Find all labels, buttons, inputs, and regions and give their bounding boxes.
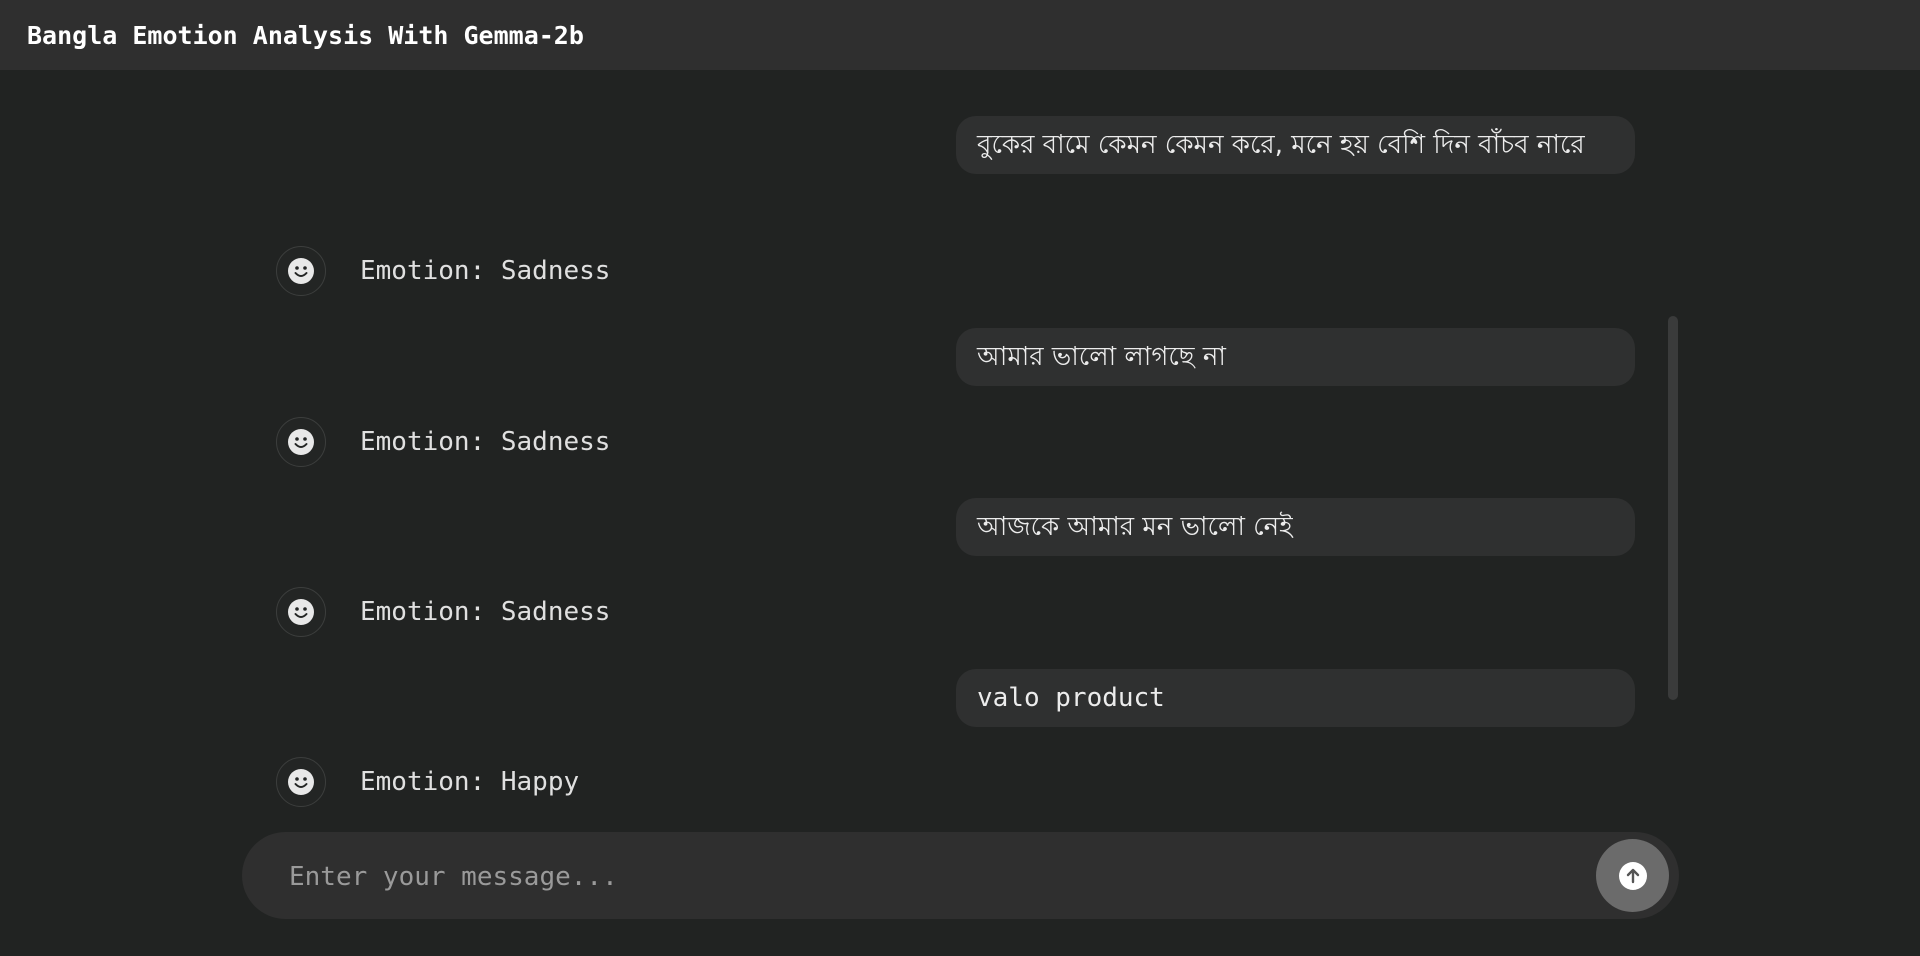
- smiley-face-icon: [276, 757, 326, 807]
- emotion-label: Emotion: Sadness: [360, 427, 611, 457]
- emotion-label: Emotion: Happy: [360, 767, 580, 797]
- bot-message: Emotion: Happy: [276, 757, 579, 807]
- send-button[interactable]: [1596, 839, 1669, 912]
- chat-history: বুকের বামে কেমন কেমন করে, মনে হয় বেশি দ…: [0, 70, 1920, 825]
- smiley-face-icon: [276, 417, 326, 467]
- bot-message: Emotion: Sadness: [276, 246, 610, 296]
- bot-message: Emotion: Sadness: [276, 417, 610, 467]
- app-title: Bangla Emotion Analysis With Gemma-2b: [27, 20, 584, 50]
- user-message: বুকের বামে কেমন কেমন করে, মনে হয় বেশি দ…: [956, 116, 1635, 174]
- message-composer: [242, 832, 1679, 921]
- message-input[interactable]: [287, 832, 1571, 921]
- chat-scrollbar[interactable]: [1668, 316, 1678, 700]
- user-message: valo product: [956, 669, 1635, 727]
- app-header: Bangla Emotion Analysis With Gemma-2b: [0, 0, 1920, 70]
- smiley-face-icon: [276, 246, 326, 296]
- emotion-label: Emotion: Sadness: [360, 256, 611, 286]
- bot-message: Emotion: Sadness: [276, 587, 610, 637]
- emotion-label: Emotion: Sadness: [360, 597, 611, 627]
- user-message: আমার ভালো লাগছে না: [956, 328, 1635, 386]
- arrow-up-icon: [1618, 861, 1647, 890]
- smiley-face-icon: [276, 587, 326, 637]
- user-message: আজকে আমার মন ভালো নেই: [956, 498, 1635, 556]
